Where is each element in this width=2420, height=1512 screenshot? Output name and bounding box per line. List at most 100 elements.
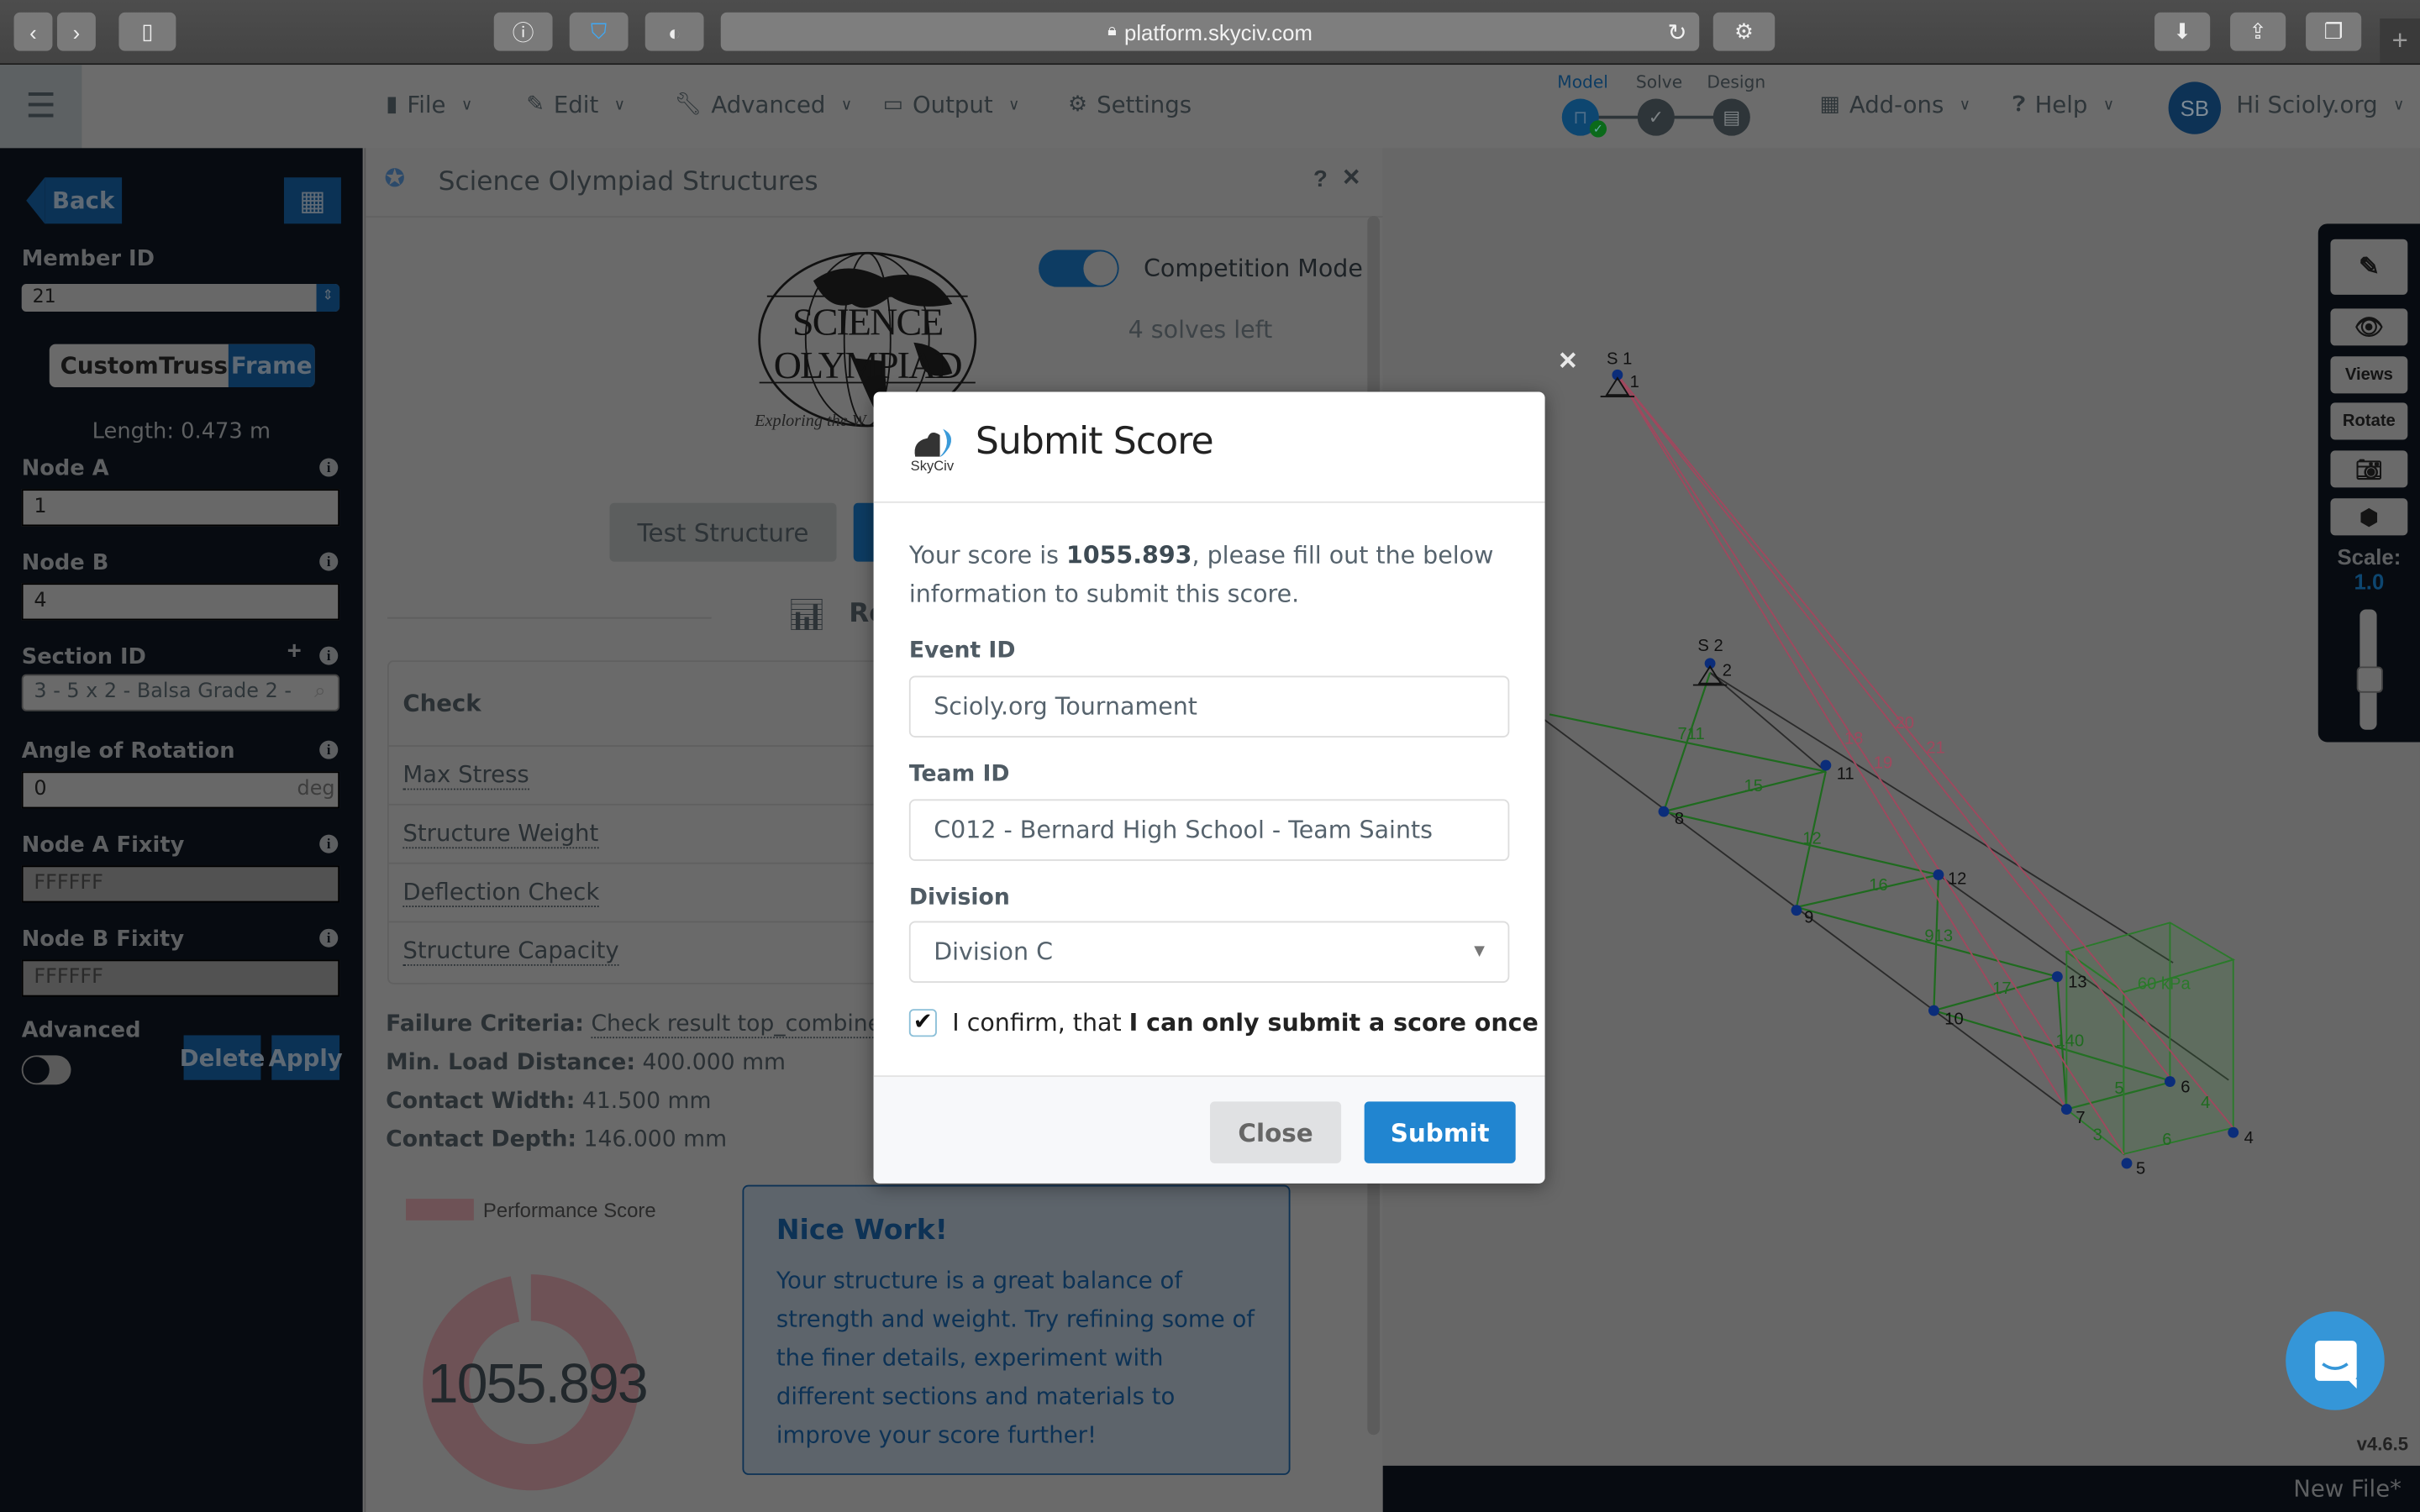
menu-edit[interactable]: ✎ Edit ∨ [526, 91, 625, 118]
url-text: platform.skyciv.com [1124, 18, 1313, 45]
member-id-select[interactable]: 21 ⇕ [21, 283, 340, 312]
info-icon[interactable]: i [319, 834, 339, 853]
views-button[interactable]: Views [2330, 356, 2408, 394]
camera-icon[interactable]: 📷︎ [2330, 450, 2408, 488]
member-label: 19 [1874, 754, 1892, 773]
info-icon[interactable]: i [319, 740, 339, 759]
info-icon[interactable]: ⓘ [493, 12, 553, 51]
step-design-button[interactable]: ▤ [1712, 98, 1750, 136]
slider-handle[interactable] [2356, 666, 2383, 693]
step-design-label[interactable]: Design [1707, 72, 1765, 92]
scale-value: 1.0 [2354, 569, 2385, 595]
section-id-input[interactable]: 3 - 5 x 2 - Balsa Grade 2 - ⌕ [21, 674, 340, 711]
delete-button[interactable]: Delete [180, 1035, 265, 1080]
failure-criteria-value[interactable]: Check result top_combined_ [591, 1011, 908, 1039]
confirm-checkbox[interactable]: ✔ [908, 1009, 937, 1037]
test-structure-button[interactable]: Test Structure [609, 502, 837, 562]
submit-button[interactable]: Submit [1364, 1101, 1516, 1163]
skyciv-logo: SkyCiv [909, 426, 961, 475]
step-solve-label[interactable]: Solve [1636, 72, 1682, 92]
confirm-label[interactable]: I confirm, that I can only submit a scor… [952, 1009, 1539, 1037]
intro-score: 1055.893 [1066, 541, 1192, 570]
check-deflection[interactable]: Deflection Check [402, 878, 600, 907]
check-structure-capacity[interactable]: Structure Capacity [402, 937, 619, 966]
feedback-box: Nice Work! Your structure is a great bal… [742, 1184, 1291, 1475]
chevron-down-icon: ∨ [840, 96, 853, 113]
menu-file[interactable]: ▮ File ∨ [386, 91, 472, 118]
add-section-icon[interactable]: + [287, 638, 302, 666]
load-box[interactable] [2065, 921, 2236, 1156]
cube-icon[interactable]: ⬢ [2330, 498, 2408, 536]
table-icon[interactable]: ▦ [283, 177, 341, 224]
file-icon: ▮ [386, 92, 398, 118]
info-icon[interactable]: i [319, 646, 339, 665]
fixity-b-input[interactable]: FFFFFF [21, 959, 340, 997]
close-icon[interactable]: × [1559, 344, 1576, 380]
back-icon[interactable]: ‹ [13, 12, 53, 51]
sidebar-icon[interactable]: ▯ [118, 12, 176, 51]
check-structure-weight[interactable]: Structure Weight [402, 819, 599, 849]
menu-output[interactable]: ▭ Output ∨ [883, 91, 1020, 118]
step-model-label[interactable]: Model [1557, 72, 1608, 92]
angle-label: Angle of Rotation [21, 738, 235, 764]
info-icon[interactable]: i [319, 552, 339, 571]
confirm-prefix: I confirm, that [952, 1009, 1129, 1037]
share-icon[interactable]: ⇪ [2230, 12, 2286, 51]
user-menu[interactable]: Hi Scioly.org ∨ [2236, 91, 2404, 118]
shield-icon[interactable]: ⛉ [569, 12, 629, 51]
info-icon[interactable]: i [319, 928, 339, 948]
new-tab-icon[interactable]: + [2380, 18, 2420, 64]
toggle-knob [1083, 251, 1118, 286]
node-label: 6 [2181, 1078, 2190, 1096]
advanced-toggle[interactable] [21, 1055, 71, 1085]
node-label: 11 [1837, 765, 1854, 784]
angle-input[interactable]: 0 deg [21, 771, 340, 809]
info-icon[interactable]: i [319, 458, 339, 477]
event-id-input[interactable]: Scioly.org Tournament [908, 675, 1510, 738]
menu-advanced[interactable]: 🔧︎ Advanced ∨ [675, 91, 853, 118]
competition-mode-toggle[interactable] [1039, 249, 1119, 287]
rotate-button[interactable]: Rotate [2330, 402, 2408, 440]
node-a-input[interactable]: 1 [21, 489, 340, 527]
step-solve-button[interactable]: ✓ [1637, 98, 1675, 136]
chat-button[interactable] [2286, 1311, 2385, 1410]
member-label: 6 [2162, 1131, 2171, 1149]
close-icon[interactable]: × [1343, 162, 1360, 196]
address-bar[interactable]: 🔒︎ platform.skyciv.com ↻ [720, 12, 1700, 51]
menu-output-label: Output [912, 91, 993, 119]
hamburger-menu-icon[interactable]: ☰ [0, 65, 82, 149]
check-max-stress[interactable]: Max Stress [402, 761, 529, 790]
team-id-input[interactable]: C012 - Bernard High School - Team Saints [908, 799, 1510, 861]
spinner-icon[interactable]: ⇕ [316, 283, 340, 312]
settings-icon[interactable]: ⚙ [1712, 12, 1776, 51]
apply-button[interactable]: Apply [269, 1035, 343, 1080]
reload-icon[interactable]: ↻ [1667, 18, 1686, 45]
eye-icon[interactable]: 👁︎ [2330, 308, 2408, 346]
forward-icon[interactable]: › [56, 12, 96, 51]
pencil-icon[interactable]: ✎ [2330, 239, 2408, 295]
angle-value: 0 [34, 777, 47, 801]
help-icon[interactable]: ? [1313, 166, 1328, 192]
scale-slider[interactable] [2356, 609, 2383, 730]
node-label: 8 [1675, 810, 1684, 828]
app-topbar: ☰ ▮ File ∨ ✎ Edit ∨ 🔧︎ Advanced ∨ ▭ Outp… [0, 65, 2420, 149]
node-b-input[interactable]: 4 [21, 583, 340, 621]
type-custom[interactable]: Custom [60, 352, 159, 380]
failure-criteria: Failure Criteria: Check result top_combi… [386, 1011, 908, 1039]
type-frame[interactable]: Frame [228, 344, 315, 388]
type-truss[interactable]: Truss [159, 352, 228, 380]
menu-settings[interactable]: ⚙ Settings [1068, 91, 1192, 118]
division-select[interactable]: Division C ▼ [908, 921, 1510, 983]
download-icon[interactable]: ⬇ [2154, 12, 2211, 51]
menu-help[interactable]: ❓︎ Help ∨ [2012, 91, 2114, 118]
fixity-a-input[interactable]: FFFFFF [21, 865, 340, 903]
panel-title: Science Olympiad Structures [438, 166, 818, 198]
panel-header: ✪ Science Olympiad Structures ? × [366, 148, 1383, 218]
avatar[interactable]: SB [2168, 81, 2222, 134]
tabs-icon[interactable]: ❐ [2306, 12, 2362, 51]
close-button[interactable]: Close [1209, 1101, 1342, 1163]
privacy-icon[interactable]: ◐ [644, 12, 704, 51]
contact-depth: Contact Depth: 146.000 mm [386, 1128, 727, 1152]
back-button[interactable]: Back [45, 177, 123, 224]
menu-addons[interactable]: ▦ Add-ons ∨ [1820, 91, 1971, 118]
